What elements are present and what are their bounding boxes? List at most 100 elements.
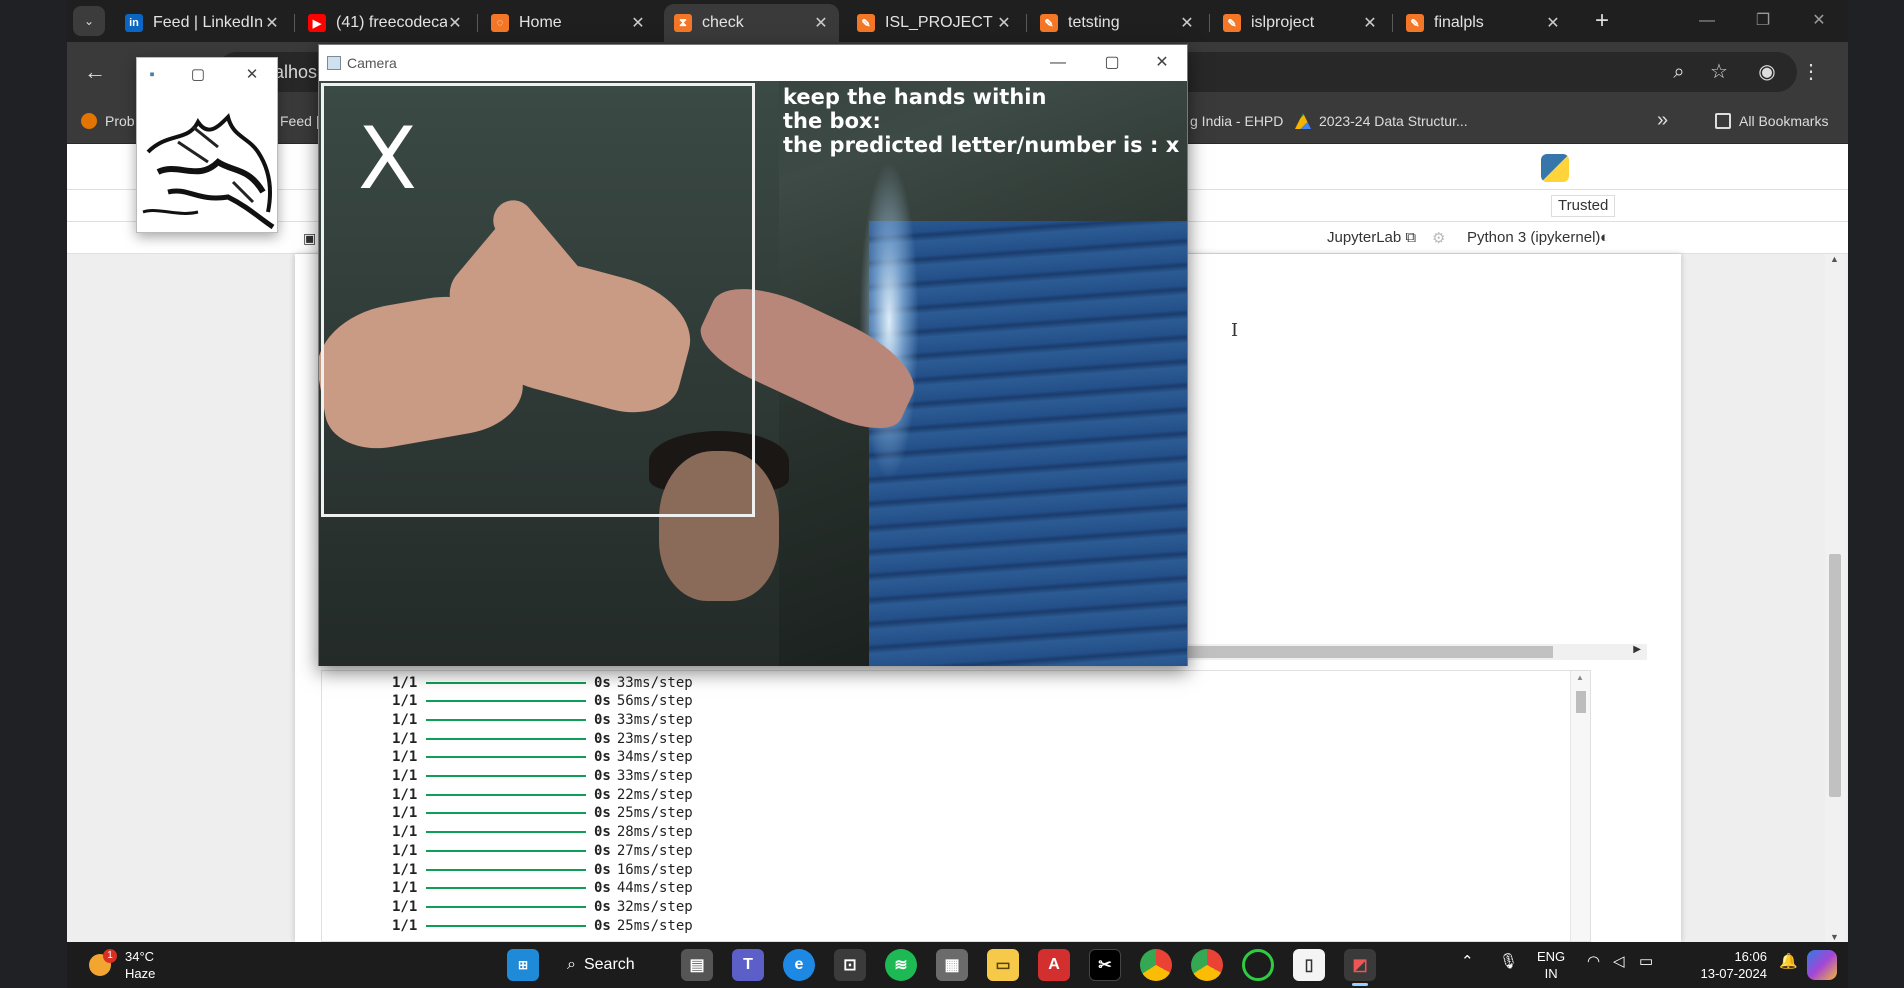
step-rate: 33ms/step (616, 711, 693, 728)
trusted-indicator[interactable]: Trusted (1551, 195, 1616, 217)
preview-close-icon[interactable]: ✕ (241, 64, 263, 86)
start-windows-icon[interactable]: ⊞ (507, 949, 539, 981)
app-window-icon (327, 56, 341, 70)
save-icon[interactable]: ▣ (303, 230, 316, 247)
page-vertical-scrollbar[interactable]: ▲ ▼ (1825, 254, 1845, 942)
batch-fraction: 1/1 (392, 786, 418, 803)
output-scroll-up-icon[interactable]: ▲ (1576, 673, 1584, 682)
tab-close-icon[interactable]: ✕ (813, 13, 829, 33)
wifi-icon[interactable]: ◠ (1587, 952, 1600, 970)
preview-titlebar[interactable]: ▪ ▢ ✕ (137, 58, 277, 92)
scroll-thumb[interactable] (1187, 646, 1553, 658)
tab-close-icon[interactable]: ✕ (996, 13, 1012, 33)
cell-output-area[interactable]: 1/1 0s 33ms/step 1/1 0s 56ms/step 1/1 0s 33ms/st… (321, 670, 1591, 942)
tray-chevron-icon[interactable]: ⌃ (1461, 952, 1474, 970)
tab-close-icon[interactable]: ✕ (1179, 13, 1195, 33)
horizontal-scrollbar[interactable]: ▶ (1187, 644, 1647, 660)
taskbar-clock[interactable]: 16:06 13-07-2024 (1677, 948, 1768, 982)
camera-close-icon[interactable]: ✕ (1135, 45, 1189, 81)
capcut-icon[interactable]: ✂ (1089, 949, 1121, 981)
scroll-right-arrow-icon[interactable]: ▶ (1633, 644, 1641, 655)
hourglass-icon: ⧗ (674, 14, 692, 32)
taskbar-search[interactable]: ⌕ Search (557, 949, 657, 981)
browser-tab[interactable]: ✎ tetsting ✕ (1030, 4, 1205, 42)
tab-close-icon[interactable]: ✕ (630, 13, 646, 33)
app-icon[interactable]: ▦ (936, 949, 968, 981)
bookmark-item[interactable]: g India - EHPD (1190, 113, 1283, 129)
browser-tab[interactable]: ✎ finalpls ✕ (1396, 4, 1571, 42)
microphone-icon[interactable]: 🎙 (1499, 952, 1518, 970)
elapsed-seconds: 0s (594, 805, 611, 822)
zoom-icon[interactable]: ⌕ (1665, 58, 1693, 86)
store-icon[interactable]: ⊡ (834, 949, 866, 981)
preview-maximize-icon[interactable]: ▢ (187, 64, 209, 86)
hand-detection-box: X (321, 83, 755, 517)
chrome-profile-icon[interactable] (1191, 949, 1223, 981)
temperature: 34°C (125, 949, 155, 964)
language-indicator[interactable]: ENG IN (1537, 948, 1565, 982)
bookmark-item[interactable]: 2023-24 Data Structur... (1295, 113, 1468, 129)
tab-close-icon[interactable]: ✕ (1362, 13, 1378, 33)
scroll-up-arrow-icon[interactable]: ▲ (1830, 254, 1839, 264)
tab-close-icon[interactable]: ✕ (264, 13, 280, 33)
scroll-down-arrow-icon[interactable]: ▼ (1830, 932, 1839, 942)
all-bookmarks-button[interactable]: All Bookmarks (1715, 113, 1828, 129)
task-view-icon[interactable]: ▤ (681, 949, 713, 981)
teams-icon[interactable]: T (732, 949, 764, 981)
tab-search-chevron-icon[interactable]: ⌄ (73, 6, 105, 36)
browser-tab[interactable]: ▶ (41) freecodecamp✕ (298, 4, 473, 42)
jupyterlab-link[interactable]: JupyterLab ⧉ (1327, 229, 1416, 246)
chrome-icon[interactable] (1140, 949, 1172, 981)
acrobat-icon[interactable]: A (1038, 949, 1070, 981)
camera-minimize-icon[interactable]: — (1031, 45, 1085, 81)
bookmark-star-icon[interactable]: ☆ (1705, 58, 1733, 86)
elapsed-seconds: 0s (594, 824, 611, 841)
edge-icon[interactable]: e (783, 949, 815, 981)
bookmarks-overflow-icon[interactable]: » (1657, 109, 1668, 132)
browser-tab[interactable]: ⧗ check ✕ (664, 4, 839, 42)
output-line: 1/1 0s 16ms/step (392, 860, 693, 879)
new-tab-plus-icon[interactable]: + (1587, 6, 1617, 36)
camera-titlebar[interactable]: Camera — ▢ ✕ (319, 45, 1187, 81)
output-scrollbar[interactable]: ▲ (1570, 671, 1590, 941)
jupyterlab-label: JupyterLab (1327, 229, 1402, 246)
notification-bell-icon[interactable]: 🔔 (1779, 952, 1798, 970)
elapsed-seconds: 0s (594, 880, 611, 897)
hand-preview-window[interactable]: ▪ ▢ ✕ (136, 57, 278, 233)
bookmark-item[interactable]: Feed | (280, 113, 319, 129)
step-rate: 25ms/step (616, 805, 693, 822)
tab-close-icon[interactable]: ✕ (447, 13, 463, 33)
notepad-icon[interactable]: ▯ (1293, 949, 1325, 981)
kernel-name[interactable]: Python 3 (ipykernel) (1467, 229, 1600, 246)
volume-icon[interactable]: ◁ (1613, 952, 1625, 970)
bookmark-item[interactable]: Prob (81, 113, 135, 129)
spotify-icon[interactable]: ≋ (885, 949, 917, 981)
minimize-icon[interactable]: — (1687, 6, 1727, 36)
tab-separator (1392, 14, 1393, 32)
restore-icon[interactable]: ❐ (1743, 6, 1783, 36)
browser-tab[interactable]: ✎ islproject ✕ (1213, 4, 1388, 42)
tab-close-icon[interactable]: ✕ (1545, 13, 1561, 33)
tab-title: finalpls (1434, 14, 1484, 31)
app-ring-icon[interactable] (1242, 949, 1274, 981)
camera-feed: X keep the hands within the box: the pre… (319, 81, 1187, 666)
battery-icon[interactable]: ▭ (1639, 952, 1653, 970)
page-scroll-thumb[interactable] (1829, 554, 1841, 797)
weather-widget[interactable]: 34°C Haze (125, 948, 155, 982)
camera-window[interactable]: Camera — ▢ ✕ X keep the hands within the… (318, 44, 1188, 666)
python-window-icon[interactable]: ◩ (1344, 949, 1376, 981)
close-window-icon[interactable]: ✕ (1799, 6, 1839, 36)
menu-kebab-icon[interactable]: ⋮ (1797, 58, 1825, 86)
browser-tab[interactable]: in Feed | LinkedIn ✕ (115, 4, 290, 42)
kernel-settings-icon[interactable]: ⚙ (1432, 229, 1445, 247)
file-explorer-icon[interactable]: ▭ (987, 949, 1019, 981)
output-scroll-thumb[interactable] (1576, 691, 1586, 713)
profile-avatar-icon[interactable]: ◉ (1753, 58, 1781, 86)
back-arrow-icon[interactable]: ← (79, 56, 111, 88)
camera-maximize-icon[interactable]: ▢ (1085, 45, 1139, 81)
browser-tab[interactable]: ✎ ISL_PROJECT ✕ (847, 4, 1022, 42)
bookmark-label: g India - EHPD (1190, 113, 1284, 129)
weather-widget-icon[interactable]: 1 (89, 949, 117, 978)
copilot-icon[interactable] (1807, 950, 1837, 980)
browser-tab[interactable]: ◌ Home ✕ (481, 4, 656, 42)
